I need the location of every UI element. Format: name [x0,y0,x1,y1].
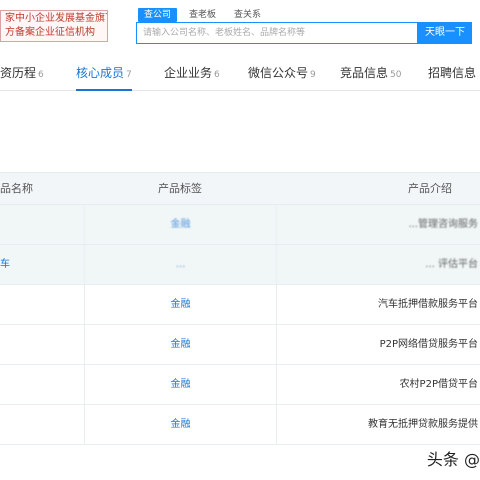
header-product-tag: 产品标签 [158,182,202,195]
promo-line-1: 家中小企业发展基金旗下 [5,13,108,24]
product-intro: P2P网络借贷服务平台 [276,325,480,365]
search-input[interactable]: 请输入公司名称、老板姓名、品牌名称等 [136,22,418,44]
table-row: 金融 P2P网络借贷服务平台 [0,325,480,365]
tab-count: 7 [126,70,132,80]
promo-banner[interactable]: 家中小企业发展基金旗下 方备案企业征信机构 [0,10,108,42]
product-intro: ...管理咨询服务 [276,205,480,245]
tab-count: 6 [38,70,44,80]
tab-label: 核心成员 [76,66,125,80]
section-nav-tabs: 资历程 6 核心成员 7 企业业务 6 微信公众号 9 竞品信息 50 招聘信息 [0,55,480,91]
tab-recruitment[interactable]: 招聘信息 [428,55,476,91]
product-table: 品名称 产品标签 产品介绍 金融 ...管理咨询服务 车 ... ... 评估平… [0,172,480,445]
watermark: 头条 @ [426,450,480,469]
header-product-name: 品名称 [0,182,33,195]
search-button[interactable]: 天眼一下 [418,22,472,44]
tab-label: 招聘信息 [428,66,477,80]
tab-label: 微信公众号 [248,66,309,80]
search-tab-company[interactable]: 查公司 [138,8,178,22]
search-tab-relation[interactable]: 查关系 [228,8,267,22]
table-row: 金融 汽车抵押借款服务平台 [0,285,480,325]
tab-count: 9 [310,70,316,80]
product-name[interactable] [0,285,84,325]
product-tag[interactable]: 金融 [84,285,276,325]
blank-area [0,92,480,172]
product-tag[interactable]: 金融 [84,405,276,445]
tab-label: 资历程 [0,66,37,80]
product-tag[interactable]: ... [84,245,276,285]
product-intro: 汽车抵押借款服务平台 [276,285,480,325]
product-name[interactable] [0,205,84,245]
tab-competitors[interactable]: 竞品信息 50 [340,55,401,91]
tab-core-members[interactable]: 核心成员 7 [76,55,132,91]
product-tag[interactable]: 金融 [84,205,276,245]
product-intro: 农村P2P借贷平台 [276,365,480,405]
search-type-tabs: 查公司 查老板 查关系 [138,8,273,22]
product-tag[interactable]: 金融 [84,325,276,365]
product-intro: ... 评估平台 [276,245,480,285]
table-header: 品名称 产品标签 产品介绍 [0,173,480,205]
table-row: 金融 农村P2P借贷平台 [0,365,480,405]
search-tab-boss[interactable]: 查老板 [183,8,222,22]
product-intro: 教育无抵押贷款服务提供 [276,405,480,445]
product-tag[interactable]: 金融 [84,365,276,405]
product-name[interactable] [0,405,84,445]
table-row: 金融 教育无抵押贷款服务提供 [0,405,480,445]
tab-business[interactable]: 企业业务 6 [164,55,220,91]
tab-history[interactable]: 资历程 6 [0,55,44,91]
product-name[interactable]: 车 [0,245,84,285]
header-product-intro: 产品介绍 [408,182,452,195]
tab-wechat[interactable]: 微信公众号 9 [248,55,316,91]
table-row: 车 ... ... 评估平台 [0,245,480,285]
tab-count: 50 [390,70,402,80]
tab-label: 竞品信息 [340,66,389,80]
promo-line-2: 方备案企业征信机构 [5,27,95,38]
table-row: 金融 ...管理咨询服务 [0,205,480,245]
product-name[interactable] [0,325,84,365]
product-name[interactable] [0,365,84,405]
site-header: 家中小企业发展基金旗下 方备案企业征信机构 查公司 查老板 查关系 请输入公司名… [0,0,480,55]
tab-count: 6 [214,70,220,80]
tab-label: 企业业务 [164,66,213,80]
